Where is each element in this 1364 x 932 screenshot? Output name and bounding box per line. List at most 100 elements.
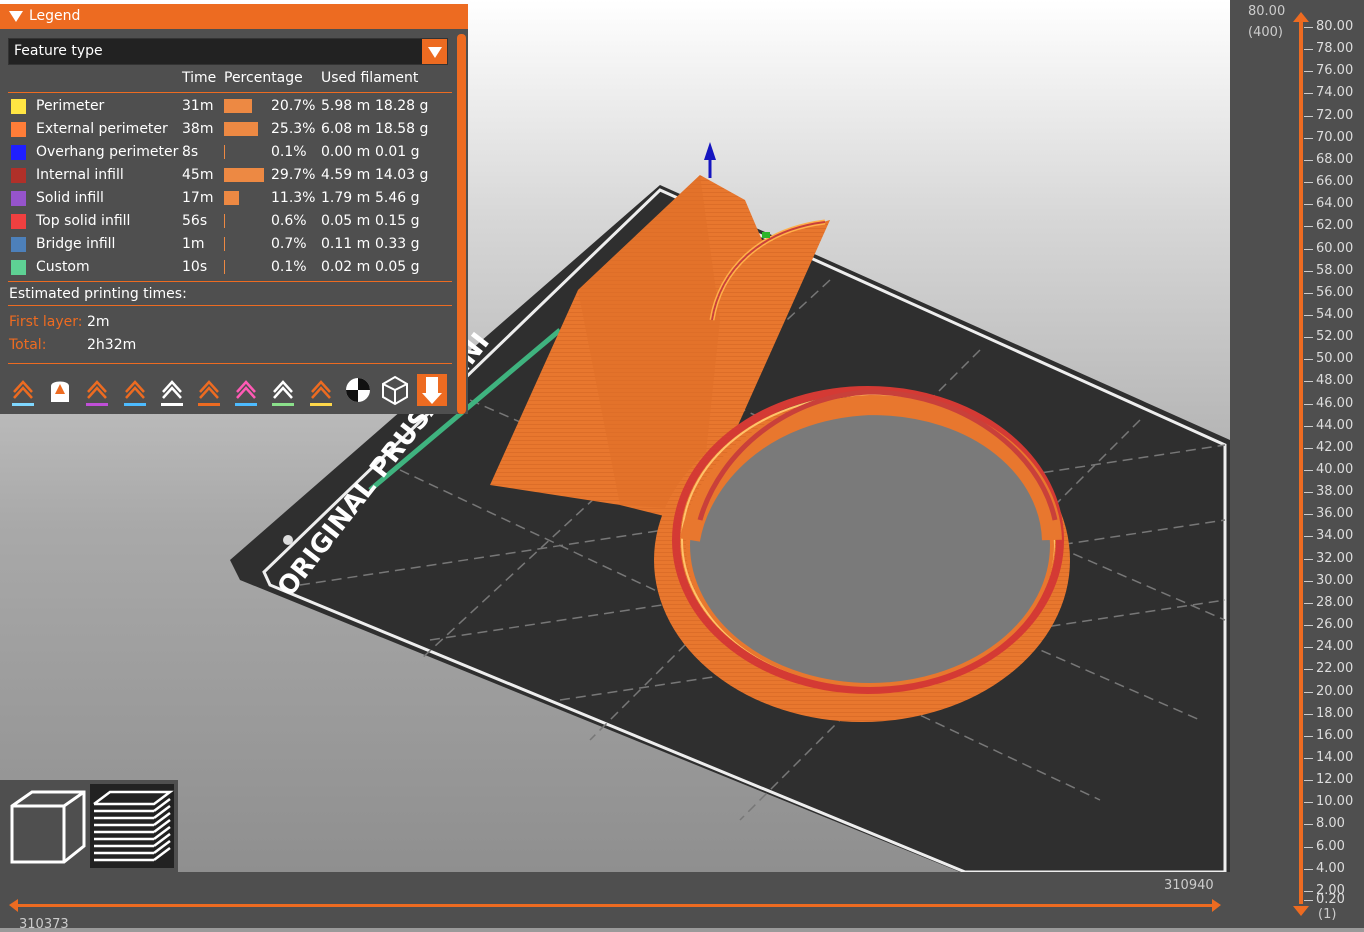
- color-swatch: [11, 145, 26, 160]
- feature-time: 45m: [182, 167, 214, 183]
- legend-row[interactable]: External perimeter 38m 25.3% 6.08 m 18.58 g: [0, 120, 456, 142]
- seams-icon: [160, 380, 183, 406]
- legend-row[interactable]: Overhang perimeter 8s 0.1% 0.00 m 0.01 g: [0, 143, 456, 165]
- tick-mark: [1304, 899, 1313, 901]
- divider: [8, 363, 452, 364]
- tick-label: 78.00: [1316, 41, 1354, 57]
- legend-scrollbar[interactable]: [457, 34, 466, 414]
- tick-label: 18.00: [1316, 705, 1354, 721]
- tick-mark: [1304, 735, 1313, 737]
- feature-time: 56s: [182, 213, 208, 229]
- color-swatch: [11, 191, 26, 206]
- tick-label: 54.00: [1316, 306, 1354, 322]
- right-thumb[interactable]: [1212, 899, 1221, 912]
- view-type-select[interactable]: Feature type: [8, 38, 448, 65]
- feature-time: 8s: [182, 144, 199, 160]
- filament-weight: 0.01 g: [375, 144, 420, 160]
- tick-mark: [1304, 669, 1313, 671]
- filament-weight: 0.33 g: [375, 236, 420, 252]
- left-thumb[interactable]: [9, 899, 18, 912]
- tool-marker-toggle[interactable]: [417, 374, 448, 406]
- tick-label: 36.00: [1316, 506, 1354, 522]
- tick-mark: [1304, 314, 1313, 316]
- shells-icon: [382, 375, 408, 406]
- tick-mark: [1304, 713, 1313, 715]
- color-swatch: [11, 214, 26, 229]
- gcode-moves-slider[interactable]: 310940 310373: [0, 872, 1230, 932]
- feature-percentage: 20.7%: [271, 98, 316, 114]
- legend-row[interactable]: Solid infill 17m 11.3% 1.79 m 5.46 g: [0, 189, 456, 211]
- col-time-header: Time: [182, 70, 217, 86]
- tick-mark: [1304, 868, 1313, 870]
- tool-marker-icon: [422, 377, 443, 404]
- tick-label: 56.00: [1316, 284, 1354, 300]
- center-of-gravity-toggle[interactable]: [343, 374, 373, 406]
- chevron-down-icon[interactable]: [422, 39, 447, 64]
- feature-time: 38m: [182, 121, 214, 137]
- tick-label: 72.00: [1316, 107, 1354, 123]
- retractions-icon: [86, 380, 109, 406]
- tick-label: 62.00: [1316, 218, 1354, 234]
- tick-label: 4.00: [1316, 860, 1345, 876]
- tool-changes-icon: [198, 380, 220, 406]
- pause-prints-toggle[interactable]: [268, 374, 298, 406]
- tick-label: 58.00: [1316, 262, 1354, 278]
- feature-percentage: 25.3%: [271, 121, 316, 137]
- tick-mark: [1304, 137, 1313, 139]
- legend-row[interactable]: Internal infill 45m 29.7% 4.59 m 14.03 g: [0, 166, 456, 188]
- tick-mark: [1304, 204, 1313, 206]
- percentage-bar: [224, 214, 225, 228]
- tick-mark: [1304, 802, 1313, 804]
- tool-changes-toggle[interactable]: [194, 374, 224, 406]
- layer-height-slider[interactable]: 80.00 (400) 80.00 78.00 76.00 74.00 72.00 70.…: [1230, 0, 1364, 928]
- wipe-toggle[interactable]: [45, 374, 75, 406]
- seams-toggle[interactable]: [157, 374, 187, 406]
- height-ticks: 80.00 78.00 76.00 74.00 72.00 70.00 68.00 66.00…: [1230, 0, 1364, 928]
- tick-mark: [1304, 182, 1313, 184]
- color-changes-icon: [235, 380, 258, 406]
- collapse-triangle-icon[interactable]: [9, 11, 23, 22]
- legend-row[interactable]: Bridge infill 1m 0.7% 0.11 m 0.33 g: [0, 235, 456, 257]
- lower-thumb-layer: (1): [1318, 907, 1337, 922]
- tick-mark: [1304, 292, 1313, 294]
- filament-length: 6.08 m: [321, 121, 371, 137]
- tick-mark: [1304, 846, 1313, 848]
- feature-percentage: 29.7%: [271, 167, 316, 183]
- estimated-times-label: Estimated printing times:: [9, 286, 187, 302]
- tick-label: 38.00: [1316, 484, 1354, 500]
- tick-mark: [1304, 248, 1313, 250]
- tick-label: 32.00: [1316, 550, 1354, 566]
- custom-gcodes-toggle[interactable]: [306, 374, 336, 406]
- first-layer-label: First layer:: [9, 314, 83, 330]
- legend-panel: Legend Feature type Time Percentage Used…: [0, 4, 468, 414]
- color-changes-toggle[interactable]: [231, 374, 261, 406]
- col-filament-header: Used filament: [321, 70, 419, 86]
- legend-row[interactable]: Top solid infill 56s 0.6% 0.05 m 0.15 g: [0, 212, 456, 234]
- filament-weight: 0.15 g: [375, 213, 420, 229]
- tick-label: 20.00: [1316, 683, 1354, 699]
- color-swatch: [11, 260, 26, 275]
- shells-toggle[interactable]: [380, 374, 410, 406]
- filament-length: 0.00 m: [321, 144, 371, 160]
- tick-mark: [1304, 824, 1313, 826]
- travel-toggle[interactable]: [8, 374, 38, 406]
- tick-label: 30.00: [1316, 572, 1354, 588]
- color-swatch: [11, 168, 26, 183]
- legend-row[interactable]: Perimeter 31m 20.7% 5.98 m 18.28 g: [0, 97, 456, 119]
- percentage-bar: [224, 191, 239, 205]
- slider-thumbs: [9, 899, 1221, 912]
- tick-label: 76.00: [1316, 63, 1354, 79]
- 3d-view-button[interactable]: [6, 786, 86, 866]
- filament-length: 0.05 m: [321, 213, 371, 229]
- layers-view-button[interactable]: [90, 784, 174, 868]
- tick-label: 68.00: [1316, 151, 1354, 167]
- tick-label: 24.00: [1316, 639, 1354, 655]
- tick-mark: [1304, 27, 1313, 28]
- tick-label: 10.00: [1316, 794, 1354, 810]
- travel-icon: [12, 380, 34, 406]
- tick-label: 80.00: [1316, 19, 1354, 34]
- deretractions-toggle[interactable]: [120, 374, 150, 406]
- legend-header[interactable]: Legend: [0, 4, 468, 29]
- legend-row[interactable]: Custom 10s 0.1% 0.02 m 0.05 g: [0, 258, 456, 280]
- retractions-toggle[interactable]: [82, 374, 112, 406]
